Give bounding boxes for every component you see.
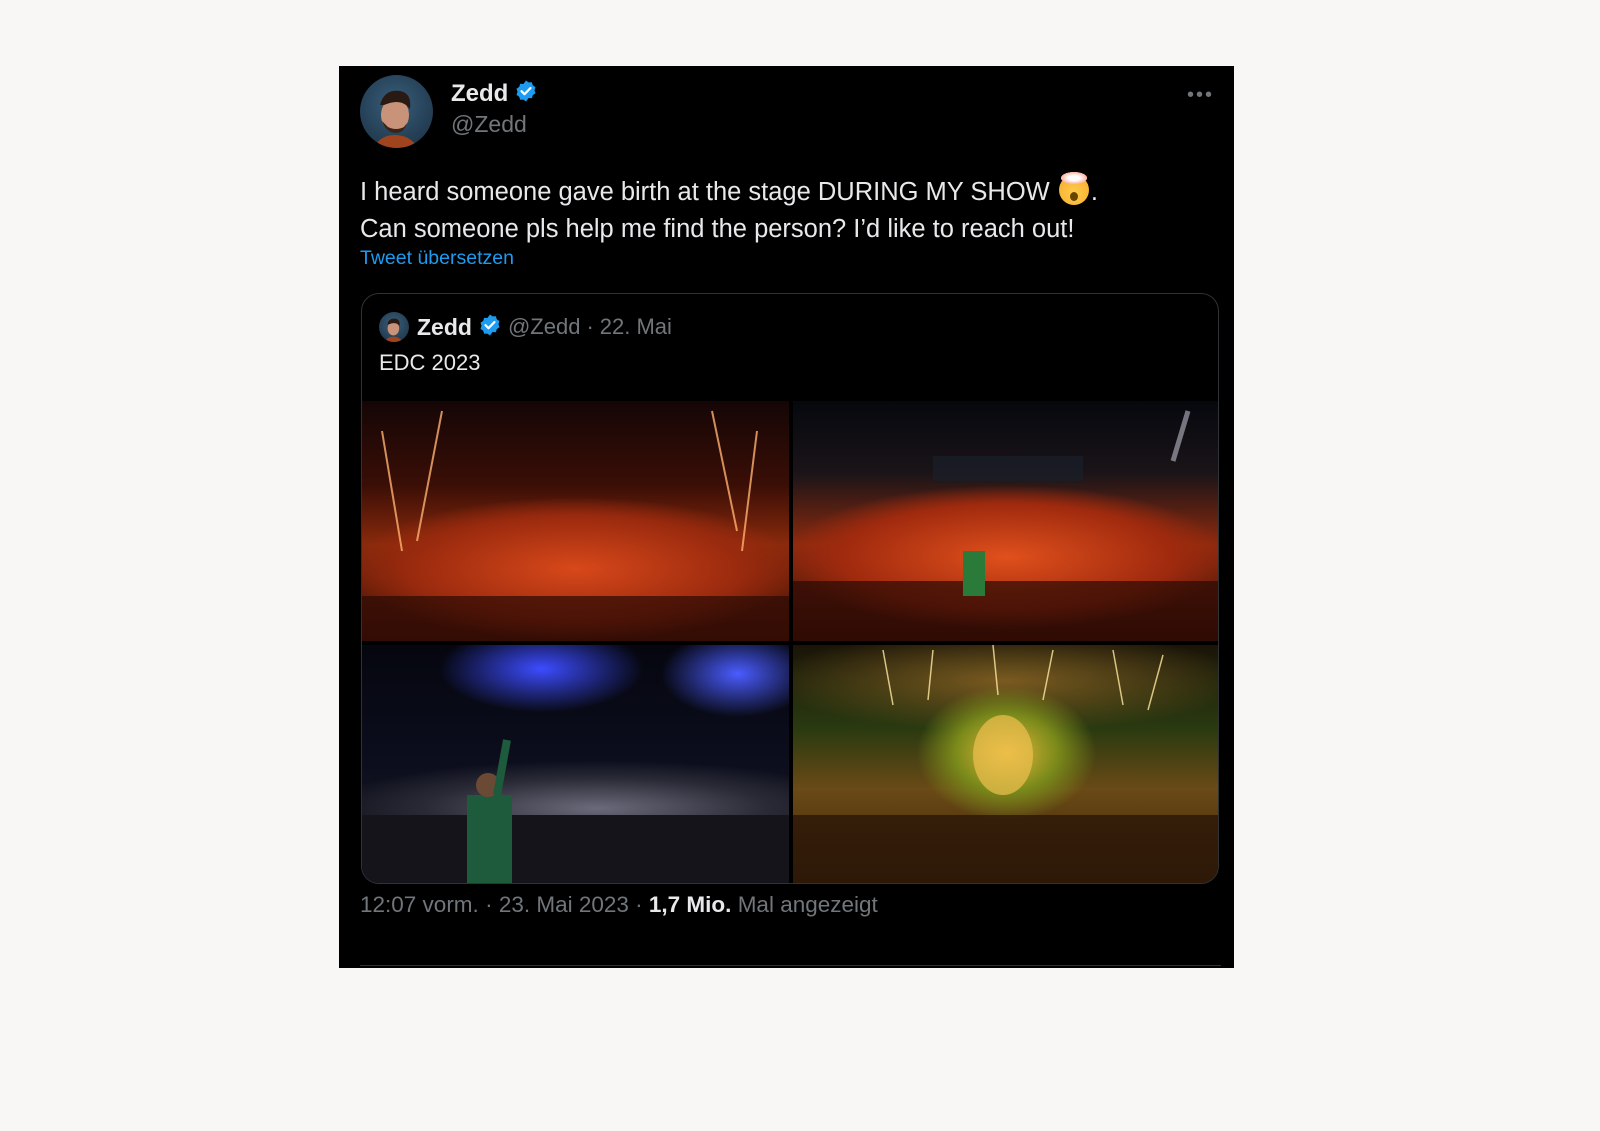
edc-fireworks-photo-4[interactable]	[793, 645, 1218, 883]
tweet-date[interactable]: 23. Mai 2023	[499, 892, 629, 917]
author-handle[interactable]: @Zedd	[451, 111, 527, 138]
tweet-text-line2: Can someone pls help me find the person?…	[360, 215, 1075, 243]
quoted-verified-badge-icon	[478, 313, 502, 342]
quoted-author-avatar[interactable]	[379, 312, 409, 342]
footer-separator: ·	[478, 892, 499, 917]
author-name-row: Zedd	[451, 79, 538, 108]
footer-separator: ·	[628, 892, 649, 917]
quoted-tweet-text: EDC 2023	[379, 350, 481, 375]
author-avatar[interactable]	[360, 75, 433, 148]
tweet-text-line1: I heard someone gave birth at the stage …	[360, 178, 1057, 206]
photo-grid	[362, 401, 1218, 883]
more-options-icon[interactable]: •••	[1187, 84, 1214, 107]
quoted-tweet[interactable]: Zedd @Zedd · 22. Mai EDC 2023	[361, 293, 1219, 884]
tweet-time[interactable]: 12:07 vorm.	[360, 892, 479, 917]
edc-crowd-photo-1[interactable]	[362, 401, 789, 641]
quoted-tweet-header: Zedd @Zedd · 22. Mai	[379, 312, 672, 342]
quoted-separator: ·	[586, 314, 594, 339]
quoted-author-handle[interactable]: @Zedd	[508, 314, 580, 340]
exploding-head-emoji-icon	[1058, 172, 1089, 205]
views-count: 1,7 Mio.	[648, 892, 732, 917]
quoted-author-name[interactable]: Zedd	[417, 314, 472, 341]
author-name[interactable]: Zedd	[451, 80, 508, 108]
verified-badge-icon	[514, 79, 538, 108]
translate-tweet-link[interactable]: Tweet übersetzen	[360, 247, 514, 270]
tweet-card: Zedd @Zedd ••• I heard someone gave birt…	[339, 66, 1234, 968]
edc-stage-photo-2[interactable]	[793, 401, 1218, 641]
tweet-text: I heard someone gave birth at the stage …	[360, 172, 1220, 248]
divider	[360, 965, 1221, 966]
tweet-text-period: .	[1090, 178, 1098, 206]
views-label: Mal angezeigt	[731, 892, 878, 917]
quoted-date[interactable]: 22. Mai	[600, 314, 672, 340]
tweet-footer: 12:07 vorm. · 23. Mai 2023 · 1,7 Mio. Ma…	[360, 892, 878, 918]
edc-dj-photo-3[interactable]	[362, 645, 789, 883]
